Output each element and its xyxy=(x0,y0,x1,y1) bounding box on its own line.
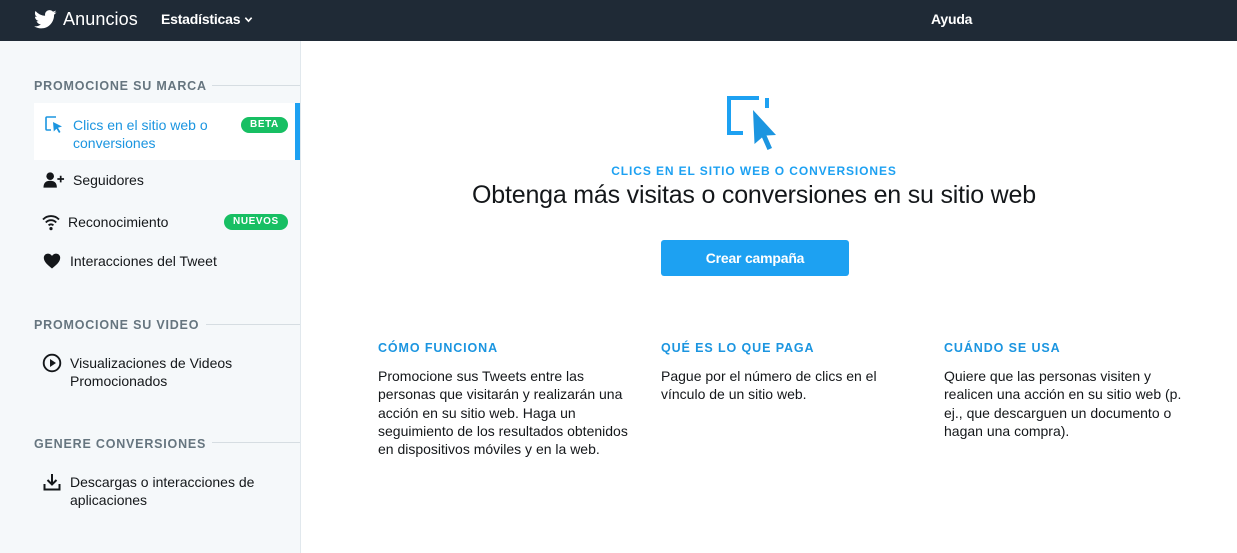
sidebar-item-label: Visualizaciones de Videos Promocionados xyxy=(70,355,233,389)
section-divider xyxy=(206,324,300,325)
sidebar: PROMOCIONE SU MARCA Clics en el sitio we… xyxy=(0,41,301,553)
sidebar-item-label: Interacciones del Tweet xyxy=(70,253,217,269)
sidebar-item-website-clicks[interactable]: Clics en el sitio web o conversiones BET… xyxy=(34,103,300,160)
sidebar-item-label: Descargas o interacciones de aplicacione… xyxy=(70,474,255,508)
download-icon xyxy=(41,472,63,492)
section-divider xyxy=(212,85,300,86)
page-title: Obtenga más visitas o conversiones en su… xyxy=(472,181,1036,209)
beta-badge: BETA xyxy=(241,117,288,133)
info-title: CUÁNDO SE USA xyxy=(944,341,1061,355)
sidebar-item-awareness[interactable]: Reconocimiento NUEVOS xyxy=(34,211,300,233)
help-link[interactable]: Ayuda xyxy=(931,11,972,27)
statistics-menu[interactable]: Estadísticas xyxy=(161,11,253,27)
twitter-bird-icon xyxy=(34,9,57,28)
sidebar-item-promoted-video-views[interactable]: Visualizaciones de Videos Promocionados xyxy=(34,352,300,392)
add-user-icon xyxy=(43,170,65,190)
cursor-click-icon xyxy=(43,115,65,135)
info-body: Promocione sus Tweets entre las personas… xyxy=(378,368,628,458)
statistics-menu-label: Estadísticas xyxy=(161,11,241,27)
info-title: QUÉ ES LO QUE PAGA xyxy=(661,341,815,355)
sidebar-item-app-installs[interactable]: Descargas o interacciones de aplicacione… xyxy=(34,471,300,511)
info-column-how-it-works: CÓMO FUNCIONA Promocione sus Tweets entr… xyxy=(378,341,628,458)
main-content: CLICS EN EL SITIO WEB O CONVERSIONES Obt… xyxy=(301,41,1237,553)
section-title-conversions: GENERE CONVERSIONES xyxy=(34,437,207,451)
info-body: Pague por el número de clics en el víncu… xyxy=(661,368,877,403)
sidebar-item-label: Seguidores xyxy=(73,172,144,188)
sidebar-item-tweet-engagements[interactable]: Interacciones del Tweet xyxy=(34,250,300,272)
section-divider xyxy=(212,442,300,443)
website-click-icon xyxy=(727,96,776,150)
info-title: CÓMO FUNCIONA xyxy=(378,341,499,355)
top-navigation-bar: Anuncios Estadísticas Ayuda xyxy=(0,0,1237,41)
sidebar-item-label: Clics en el sitio web o conversiones xyxy=(73,117,208,151)
brand-link[interactable]: Anuncios xyxy=(34,7,138,31)
info-body: Quiere que las personas visiten y realic… xyxy=(944,368,1182,439)
chevron-down-icon xyxy=(245,16,253,22)
new-badge: NUEVOS xyxy=(224,214,288,230)
sidebar-item-followers[interactable]: Seguidores xyxy=(34,169,300,191)
brand-name: Anuncios xyxy=(63,8,138,29)
section-title-video: PROMOCIONE SU VIDEO xyxy=(34,318,200,332)
heart-icon xyxy=(41,251,63,271)
info-column-what-you-pay: QUÉ ES LO QUE PAGA Pague por el número d… xyxy=(661,341,911,404)
wifi-signal-icon xyxy=(40,212,62,232)
campaign-type-label: CLICS EN EL SITIO WEB O CONVERSIONES xyxy=(611,164,897,178)
play-circle-icon xyxy=(41,353,63,373)
section-title-brand: PROMOCIONE SU MARCA xyxy=(34,79,207,93)
create-campaign-button[interactable]: Crear campaña xyxy=(661,240,849,276)
info-column-when-to-use: CUÁNDO SE USA Quiere que las personas vi… xyxy=(944,341,1190,440)
sidebar-item-label: Reconocimiento xyxy=(68,214,169,230)
